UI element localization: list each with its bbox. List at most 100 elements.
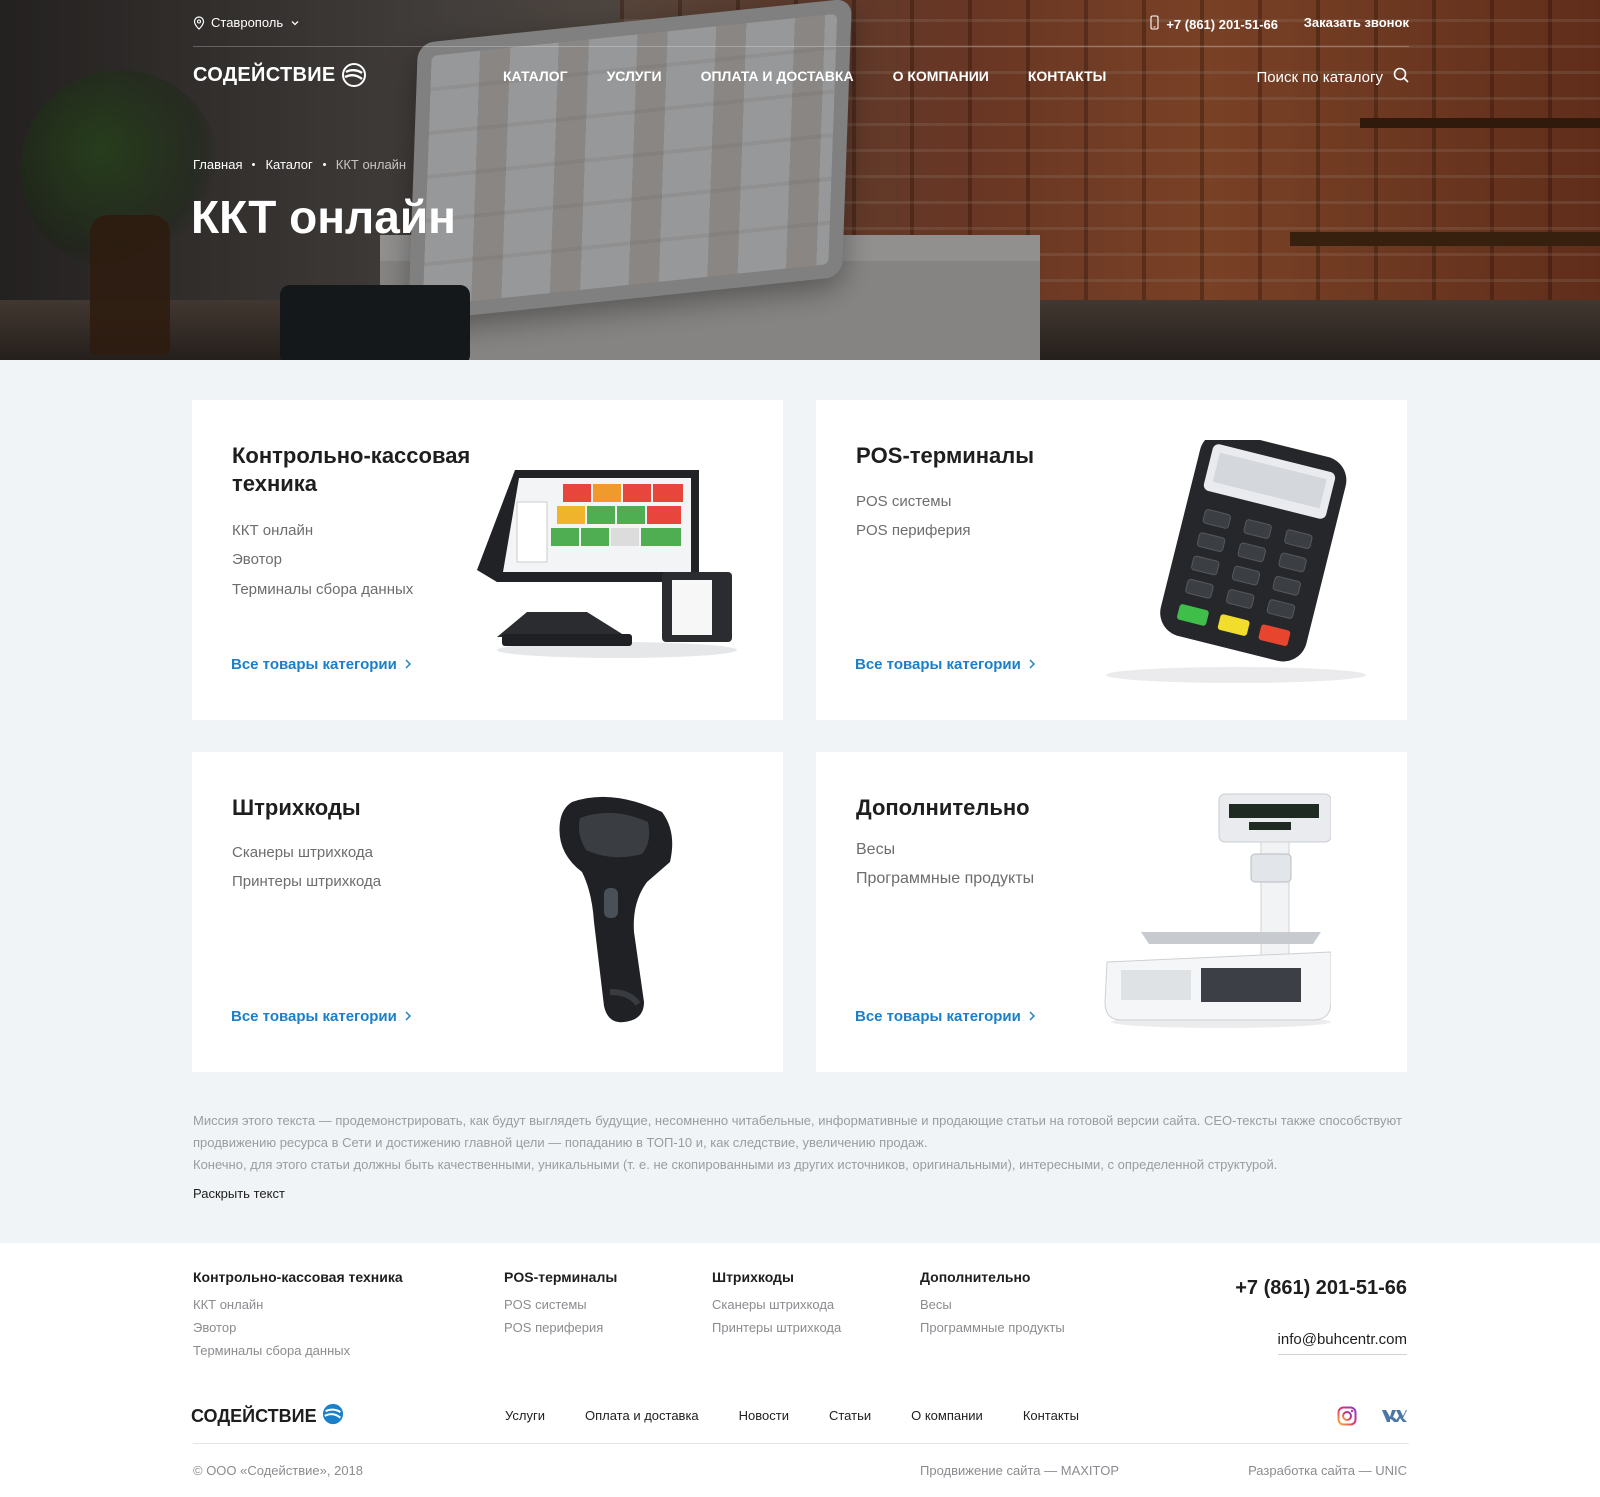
footer-link[interactable]: Терминалы сбора данных bbox=[193, 1343, 403, 1358]
all-products-link[interactable]: Все товары категории bbox=[855, 1008, 1035, 1025]
payment-terminal-icon bbox=[1096, 431, 1386, 695]
copyright: © ООО «Содействие», 2018 bbox=[193, 1463, 364, 1478]
footer-column: POS-терминалы POS системы POS периферия bbox=[504, 1269, 617, 1343]
breadcrumb-catalog[interactable]: Каталог bbox=[265, 157, 312, 172]
card-links: ККТ онлайн Эвотор Терминалы сбора данных bbox=[232, 522, 413, 610]
breadcrumb-home[interactable]: Главная bbox=[193, 157, 242, 172]
page-title: ККТ онлайн bbox=[191, 191, 456, 243]
footer-column: Контрольно-кассовая техника ККТ онлайн Э… bbox=[193, 1269, 403, 1366]
card-title[interactable]: Контрольно-кассовая техника bbox=[232, 442, 492, 498]
instagram-icon[interactable] bbox=[1337, 1406, 1357, 1431]
footer-column-title[interactable]: Контрольно-кассовая техника bbox=[193, 1269, 403, 1285]
nav-about[interactable]: О КОМПАНИИ bbox=[893, 68, 989, 84]
expand-text-link[interactable]: Раскрыть текст bbox=[193, 1186, 285, 1201]
card-link[interactable]: Эвотор bbox=[232, 551, 413, 568]
footer-column: Штрихкоды Сканеры штрихкода Принтеры штр… bbox=[712, 1269, 841, 1343]
category-card-additional: Дополнительно Весы Программные продукты … bbox=[816, 752, 1407, 1072]
footer-nav-about[interactable]: О компании bbox=[911, 1408, 983, 1423]
footer-column-title[interactable]: POS-терминалы bbox=[504, 1269, 617, 1285]
logo-text: СОДЕЙСТВИЕ bbox=[193, 63, 336, 86]
card-title[interactable]: Дополнительно bbox=[856, 794, 1116, 822]
footer: Контрольно-кассовая техника ККТ онлайн Э… bbox=[0, 1243, 1600, 1497]
breadcrumb-current: ККТ онлайн bbox=[335, 157, 407, 172]
footer-divider bbox=[193, 1443, 1409, 1444]
chevron-right-icon bbox=[1029, 656, 1035, 673]
seo-paragraph: Миссия этого текста — продемонстрировать… bbox=[193, 1113, 1402, 1150]
all-products-link[interactable]: Все товары категории bbox=[231, 1008, 411, 1025]
social-links bbox=[1337, 1406, 1407, 1431]
nav-payment-delivery[interactable]: ОПЛАТА И ДОСТАВКА bbox=[701, 68, 854, 84]
main-nav: КАТАЛОГ УСЛУГИ ОПЛАТА И ДОСТАВКА О КОМПА… bbox=[503, 68, 1106, 84]
footer-link[interactable]: POS системы bbox=[504, 1297, 617, 1312]
card-link[interactable]: Программные продукты bbox=[856, 870, 1034, 888]
pos-touch-terminal-icon bbox=[467, 462, 747, 667]
footer-nav-news[interactable]: Новости bbox=[739, 1408, 789, 1423]
nav-catalog[interactable]: КАТАЛОГ bbox=[503, 68, 568, 84]
footer-link[interactable]: Принтеры штрихкода bbox=[712, 1320, 841, 1335]
footer-link[interactable]: ККТ онлайн bbox=[193, 1297, 403, 1312]
footer-email[interactable]: info@buhcentr.com bbox=[1277, 1331, 1407, 1355]
footer-link[interactable]: Программные продукты bbox=[920, 1320, 1065, 1335]
footer-column-title[interactable]: Штрихкоды bbox=[712, 1269, 841, 1285]
footer-nav-services[interactable]: Услуги bbox=[505, 1408, 545, 1423]
vk-icon[interactable] bbox=[1381, 1408, 1407, 1429]
chevron-right-icon bbox=[1029, 1008, 1035, 1025]
nav-contacts[interactable]: КОНТАКТЫ bbox=[1028, 68, 1106, 84]
header-divider bbox=[193, 46, 1409, 47]
card-links: Весы Программные продукты bbox=[856, 841, 1034, 900]
all-products-link[interactable]: Все товары категории bbox=[231, 656, 411, 673]
chevron-down-icon bbox=[291, 18, 299, 28]
scale-icon bbox=[1101, 792, 1332, 1037]
footer-link[interactable]: POS периферия bbox=[504, 1320, 617, 1335]
dev-credit[interactable]: Разработка сайта — UNIC bbox=[1248, 1463, 1407, 1478]
city-selector[interactable]: Ставрополь bbox=[193, 15, 299, 30]
callback-link[interactable]: Заказать звонок bbox=[1304, 15, 1409, 30]
card-link[interactable]: POS периферия bbox=[856, 522, 971, 539]
card-link[interactable]: Сканеры штрихкода bbox=[232, 844, 381, 861]
card-link[interactable]: Весы bbox=[856, 841, 1034, 859]
footer-column-title[interactable]: Дополнительно bbox=[920, 1269, 1065, 1285]
category-card-barcodes: Штрихкоды Сканеры штрихкода Принтеры штр… bbox=[192, 752, 783, 1072]
location-pin-icon bbox=[193, 15, 205, 30]
footer-logo[interactable]: СОДЕЙСТВИЕ bbox=[191, 1403, 344, 1430]
card-link[interactable]: ККТ онлайн bbox=[232, 522, 413, 539]
nav-services[interactable]: УСЛУГИ bbox=[607, 68, 662, 84]
footer-link[interactable]: Сканеры штрихкода bbox=[712, 1297, 841, 1312]
logo-mark-icon bbox=[341, 63, 366, 87]
hero-banner bbox=[0, 0, 1600, 360]
card-links: POS системы POS периферия bbox=[856, 493, 971, 551]
city-name: Ставрополь bbox=[211, 15, 284, 30]
header-phone[interactable]: +7 (861) 201-51-66 bbox=[1150, 15, 1278, 33]
footer-nav-payment[interactable]: Оплата и доставка bbox=[585, 1408, 699, 1423]
category-card-pos: POS-терминалы POS системы POS периферия … bbox=[816, 400, 1407, 720]
chevron-right-icon bbox=[405, 1008, 411, 1025]
logo-mark-icon bbox=[322, 1403, 344, 1430]
barcode-scanner-icon bbox=[552, 792, 692, 1037]
card-title[interactable]: POS-терминалы bbox=[856, 442, 1116, 470]
phone-number: +7 (861) 201-51-66 bbox=[1166, 16, 1278, 32]
search-input[interactable]: Поиск по каталогу bbox=[1256, 69, 1383, 86]
footer-link[interactable]: Эвотор bbox=[193, 1320, 403, 1335]
footer-nav-contacts[interactable]: Контакты bbox=[1023, 1408, 1079, 1423]
category-card-kkt: Контрольно-кассовая техника ККТ онлайн Э… bbox=[192, 400, 783, 720]
breadcrumb: Главная Каталог ККТ онлайн bbox=[193, 157, 406, 172]
card-title[interactable]: Штрихкоды bbox=[232, 794, 492, 822]
footer-nav-articles[interactable]: Статьи bbox=[829, 1408, 871, 1423]
card-link[interactable]: Терминалы сбора данных bbox=[232, 581, 413, 598]
footer-link[interactable]: Весы bbox=[920, 1297, 1065, 1312]
seo-text: Миссия этого текста — продемонстрировать… bbox=[193, 1110, 1409, 1176]
footer-phone[interactable]: +7 (861) 201-51-66 bbox=[1235, 1277, 1407, 1300]
all-products-link[interactable]: Все товары категории bbox=[855, 656, 1035, 673]
site-logo[interactable]: СОДЕЙСТВИЕ bbox=[193, 63, 366, 87]
catalog-search[interactable]: Поиск по каталогу bbox=[1256, 67, 1409, 87]
card-link[interactable]: Принтеры штрихкода bbox=[232, 873, 381, 890]
logo-text: СОДЕЙСТВИЕ bbox=[191, 1406, 317, 1426]
chevron-right-icon bbox=[405, 656, 411, 673]
promo-credit[interactable]: Продвижение сайта — MAXITOP bbox=[920, 1463, 1119, 1478]
card-links: Сканеры штрихкода Принтеры штрихкода bbox=[232, 844, 381, 902]
search-icon[interactable] bbox=[1393, 67, 1409, 87]
top-bar: Ставрополь +7 (861) 201-51-66 Заказать з… bbox=[193, 12, 1409, 34]
footer-column: Дополнительно Весы Программные продукты bbox=[920, 1269, 1065, 1343]
card-link[interactable]: POS системы bbox=[856, 493, 971, 510]
footer-nav: Услуги Оплата и доставка Новости Статьи … bbox=[505, 1408, 1079, 1423]
